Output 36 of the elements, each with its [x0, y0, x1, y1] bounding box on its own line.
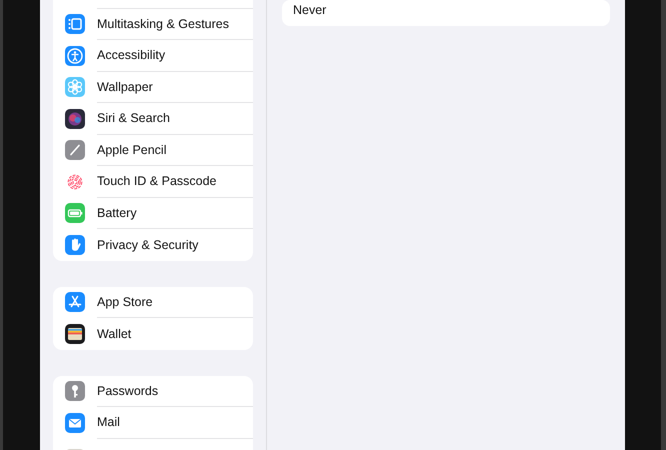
- settings-row[interactable]: Touch ID & Passcode: [53, 166, 253, 198]
- appstore-icon: [65, 292, 85, 312]
- key-icon: [65, 381, 85, 402]
- settings-label: Wallpaper: [97, 80, 153, 94]
- settings-row[interactable]: Siri & Search: [53, 103, 253, 134]
- settings-row[interactable]: Privacy & Security: [53, 229, 253, 260]
- settings-row[interactable]: Apple Pencil: [53, 134, 253, 166]
- settings-row[interactable]: Passwords: [53, 376, 253, 407]
- settings-label: Passwords: [97, 384, 158, 398]
- battery-icon: [65, 203, 85, 224]
- multitask-icon: [65, 14, 85, 34]
- settings-row[interactable]: Battery: [53, 198, 253, 229]
- settings-label: App Store: [97, 294, 153, 309]
- option-label[interactable]: Never: [293, 3, 326, 17]
- settings-label: Wallet: [97, 326, 132, 341]
- settings-label: Apple Pencil: [97, 142, 166, 157]
- settings-label: Multitasking & Gestures: [97, 16, 229, 31]
- settings-row[interactable]: Multitasking & Gestures: [53, 8, 253, 40]
- settings-row[interactable]: Accessibility: [53, 40, 253, 72]
- siri-icon: [65, 108, 85, 129]
- settings-label: Mail: [97, 415, 120, 430]
- settings-label: Siri & Search: [97, 111, 170, 126]
- settings-row[interactable]: Wallet: [53, 318, 253, 350]
- pencil-icon: [65, 140, 85, 160]
- mail-icon: [65, 412, 85, 433]
- accessibility-icon: [65, 46, 85, 66]
- settings-row[interactable]: App Store: [53, 286, 253, 318]
- wallpaper-icon: [65, 77, 85, 98]
- settings-row[interactable]: Wallpaper: [53, 72, 253, 103]
- settings-label: Accessibility: [97, 48, 166, 62]
- settings-label: Battery: [97, 206, 137, 220]
- hand-icon: [65, 234, 85, 255]
- settings-label: Privacy & Security: [97, 238, 198, 252]
- settings-row[interactable]: Mail: [53, 407, 253, 438]
- settings-label: Touch ID & Passcode: [97, 174, 217, 188]
- wallet-icon: [65, 324, 85, 344]
